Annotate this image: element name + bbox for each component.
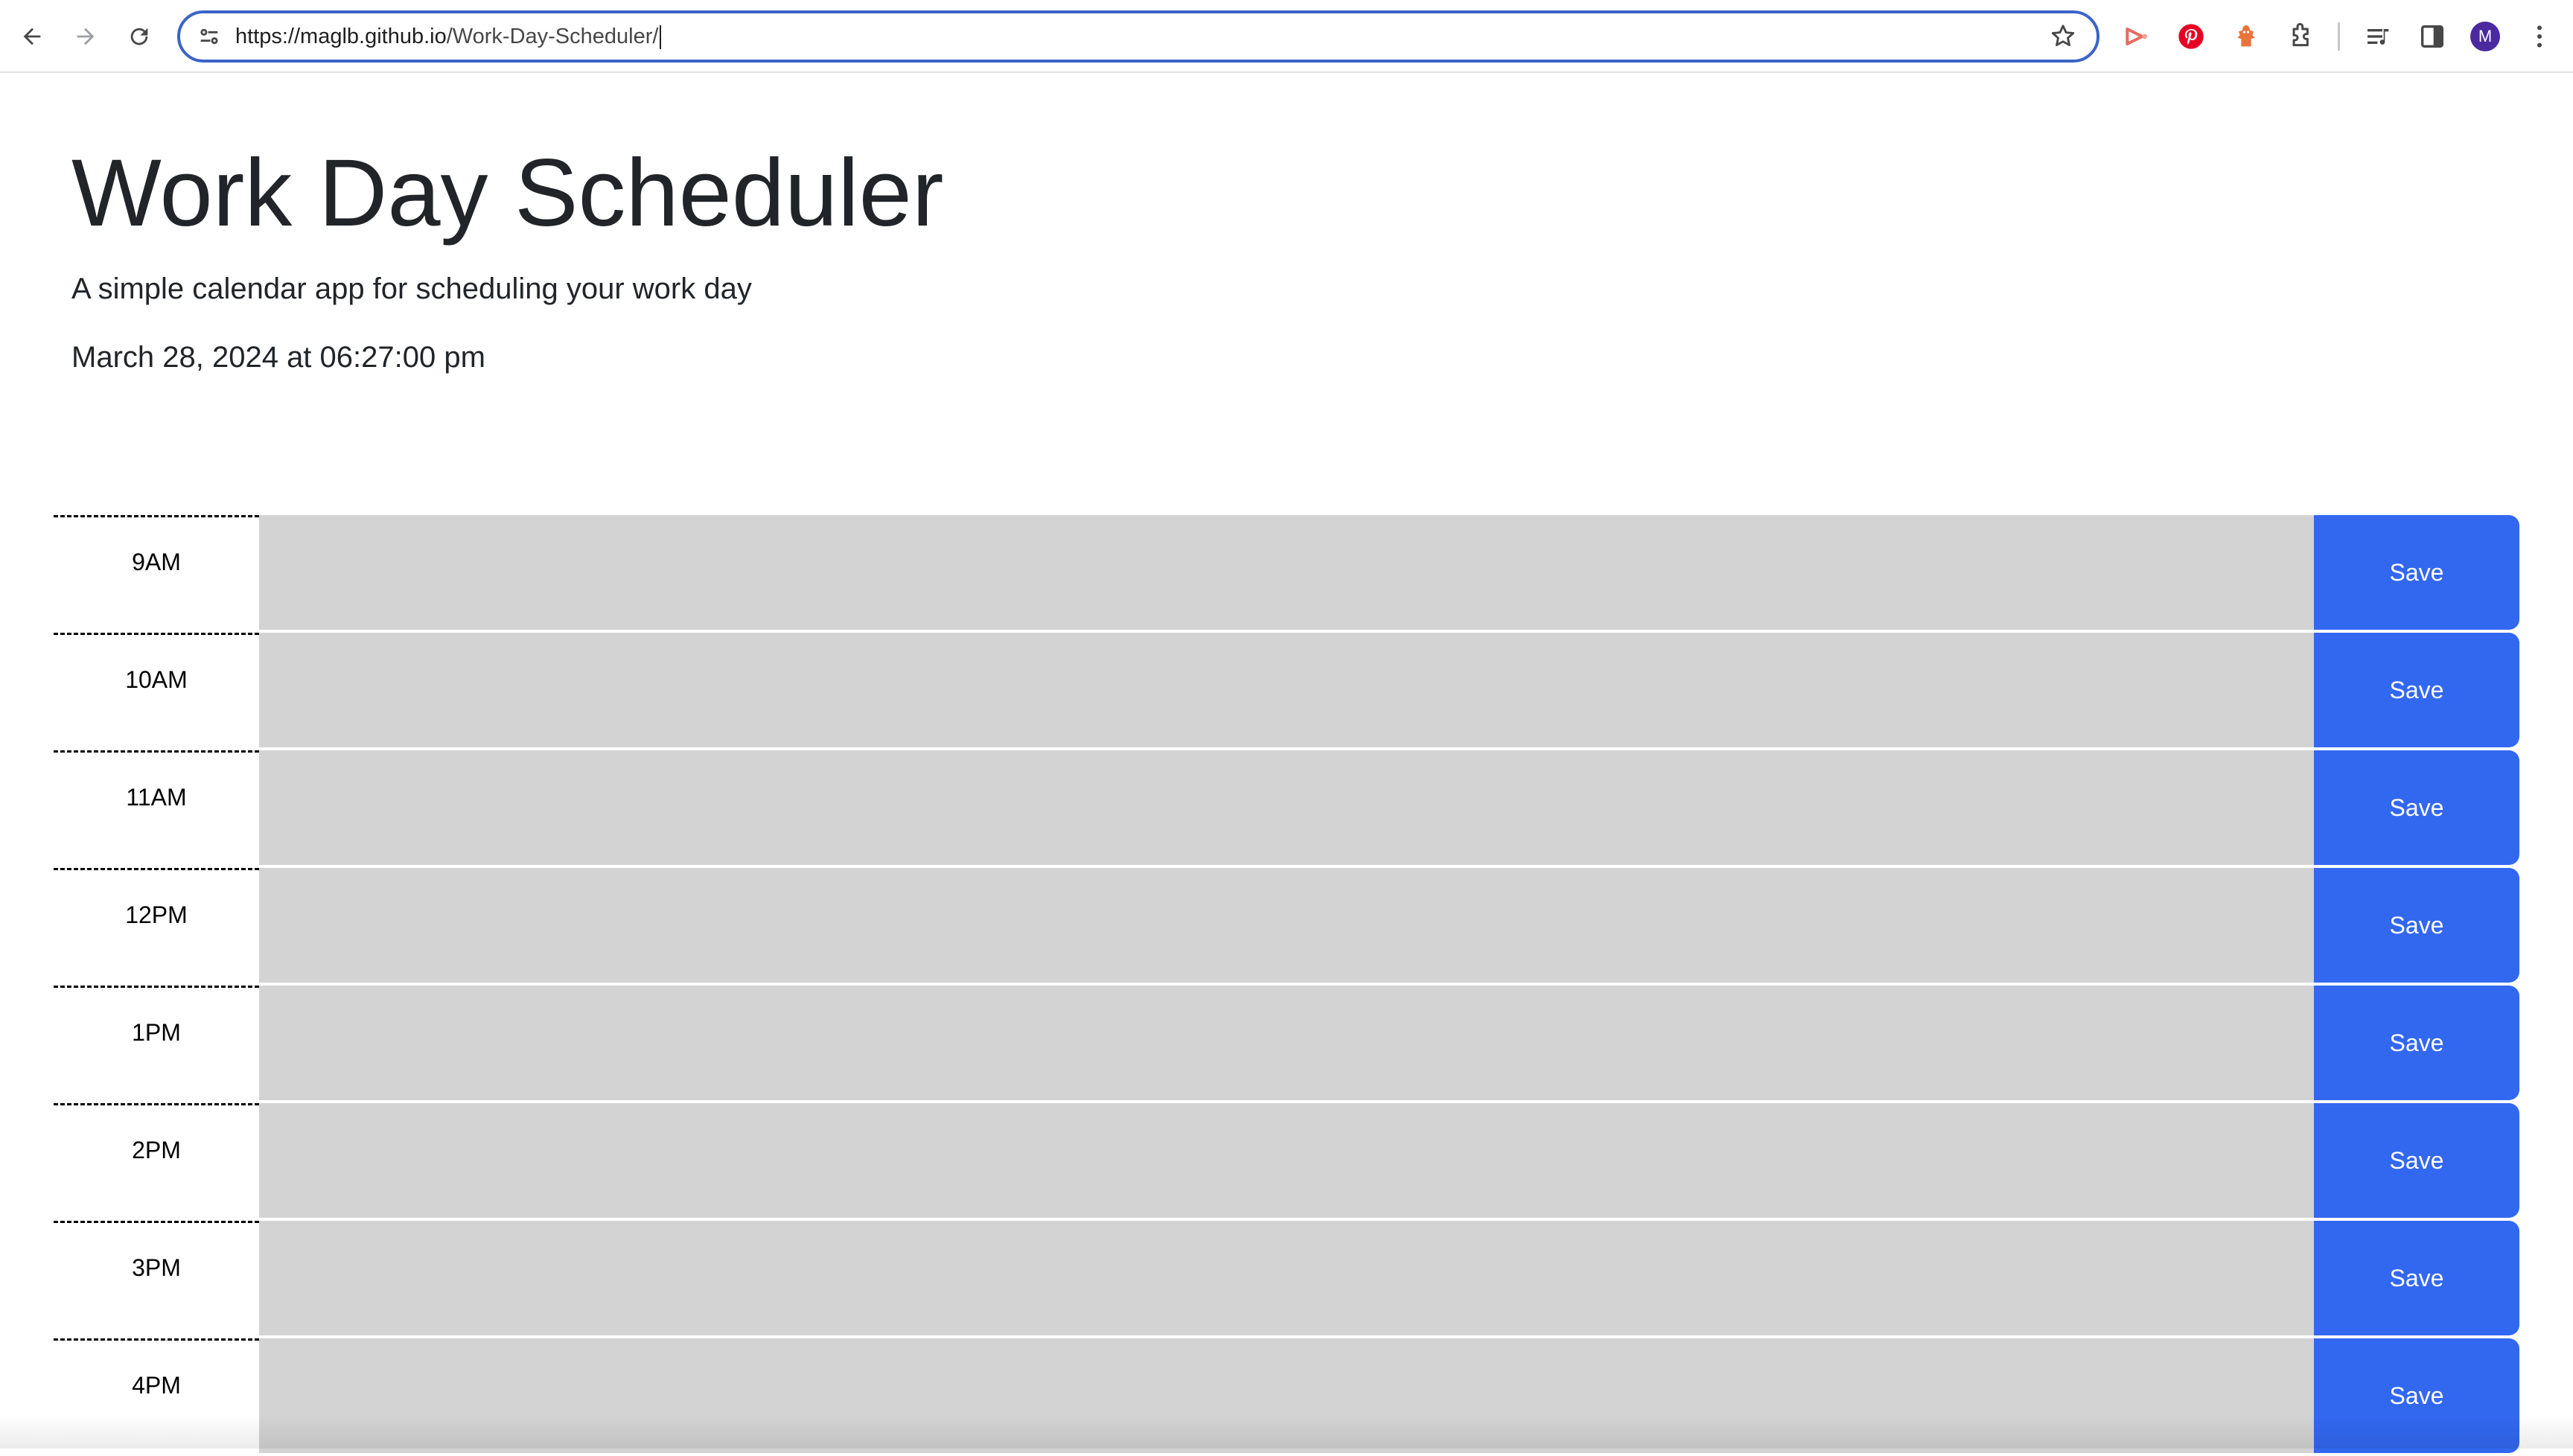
url-text[interactable]: https://maglb.github.io/Work-Day-Schedul…	[235, 13, 662, 60]
time-block-list: 9AM Save 10AM Save 11AM Save 12PM Save 1…	[54, 515, 2519, 1456]
url-path: /Work-Day-Scheduler/	[446, 25, 659, 48]
time-block-1pm: 1PM Save	[54, 986, 2519, 1103]
event-description-input[interactable]	[259, 1338, 2314, 1455]
save-button[interactable]: Save	[2314, 1221, 2519, 1335]
forward-button[interactable]	[66, 16, 106, 57]
reload-button[interactable]	[119, 16, 159, 57]
event-description-input[interactable]	[259, 1221, 2314, 1337]
arrow-right-icon	[77, 28, 95, 45]
page-title: Work Day Scheduler	[71, 140, 944, 246]
event-description-input[interactable]	[259, 750, 2314, 866]
time-block-10am: 10AM Save	[54, 633, 2519, 750]
side-panel-icon[interactable]	[2415, 19, 2449, 54]
hour-label: 4PM	[54, 1338, 259, 1456]
hour-label: 1PM	[54, 986, 259, 1103]
save-button[interactable]: Save	[2314, 986, 2519, 1100]
url-host: https://maglb.github.io	[235, 25, 447, 48]
reading-list-icon[interactable]	[2362, 19, 2396, 54]
event-description-input[interactable]	[259, 1103, 2314, 1219]
hour-label: 10AM	[54, 633, 259, 750]
reload-icon	[130, 28, 148, 45]
arrow-left-icon	[23, 28, 41, 45]
time-block-2pm: 2PM Save	[54, 1103, 2519, 1221]
site-settings-icon[interactable]	[197, 24, 222, 49]
pinterest-icon[interactable]	[2174, 19, 2208, 54]
address-bar[interactable]: https://maglb.github.io/Work-Day-Schedul…	[177, 10, 2099, 63]
page-subtitle: A simple calendar app for scheduling you…	[71, 272, 752, 305]
event-description-input[interactable]	[259, 868, 2314, 984]
current-date-time: March 28, 2024 at 06:27:00 pm	[71, 341, 485, 374]
back-button[interactable]	[12, 16, 52, 57]
hour-label: 3PM	[54, 1221, 259, 1338]
bookmark-star-icon[interactable]	[2049, 22, 2077, 51]
save-button[interactable]: Save	[2314, 515, 2519, 630]
text-caret	[660, 25, 662, 50]
event-description-input[interactable]	[259, 986, 2314, 1102]
save-button[interactable]: Save	[2314, 750, 2519, 865]
hour-label: 9AM	[54, 515, 259, 633]
event-description-input[interactable]	[259, 515, 2314, 631]
toolbar-divider	[2338, 22, 2340, 51]
more-menu-icon[interactable]	[2522, 19, 2557, 54]
hour-label: 12PM	[54, 868, 259, 986]
save-button[interactable]: Save	[2314, 633, 2519, 747]
hour-label: 2PM	[54, 1103, 259, 1221]
save-button[interactable]: Save	[2314, 1338, 2519, 1453]
browser-toolbar: https://maglb.github.io/Work-Day-Schedul…	[0, 0, 2573, 73]
hour-label: 11AM	[54, 750, 259, 868]
time-block-9am: 9AM Save	[54, 515, 2519, 633]
time-block-3pm: 3PM Save	[54, 1221, 2519, 1338]
video-extension-icon[interactable]	[2119, 19, 2153, 54]
time-block-12pm: 12PM Save	[54, 868, 2519, 986]
time-block-4pm: 4PM Save	[54, 1338, 2519, 1456]
save-button[interactable]: Save	[2314, 1103, 2519, 1218]
puzzle-extensions-icon[interactable]	[2284, 19, 2318, 54]
time-block-11am: 11AM Save	[54, 750, 2519, 868]
profile-avatar[interactable]: M	[2470, 22, 2500, 51]
fox-extension-icon[interactable]	[2229, 19, 2263, 54]
event-description-input[interactable]	[259, 633, 2314, 749]
save-button[interactable]: Save	[2314, 868, 2519, 983]
header: Work Day Scheduler	[71, 141, 943, 246]
